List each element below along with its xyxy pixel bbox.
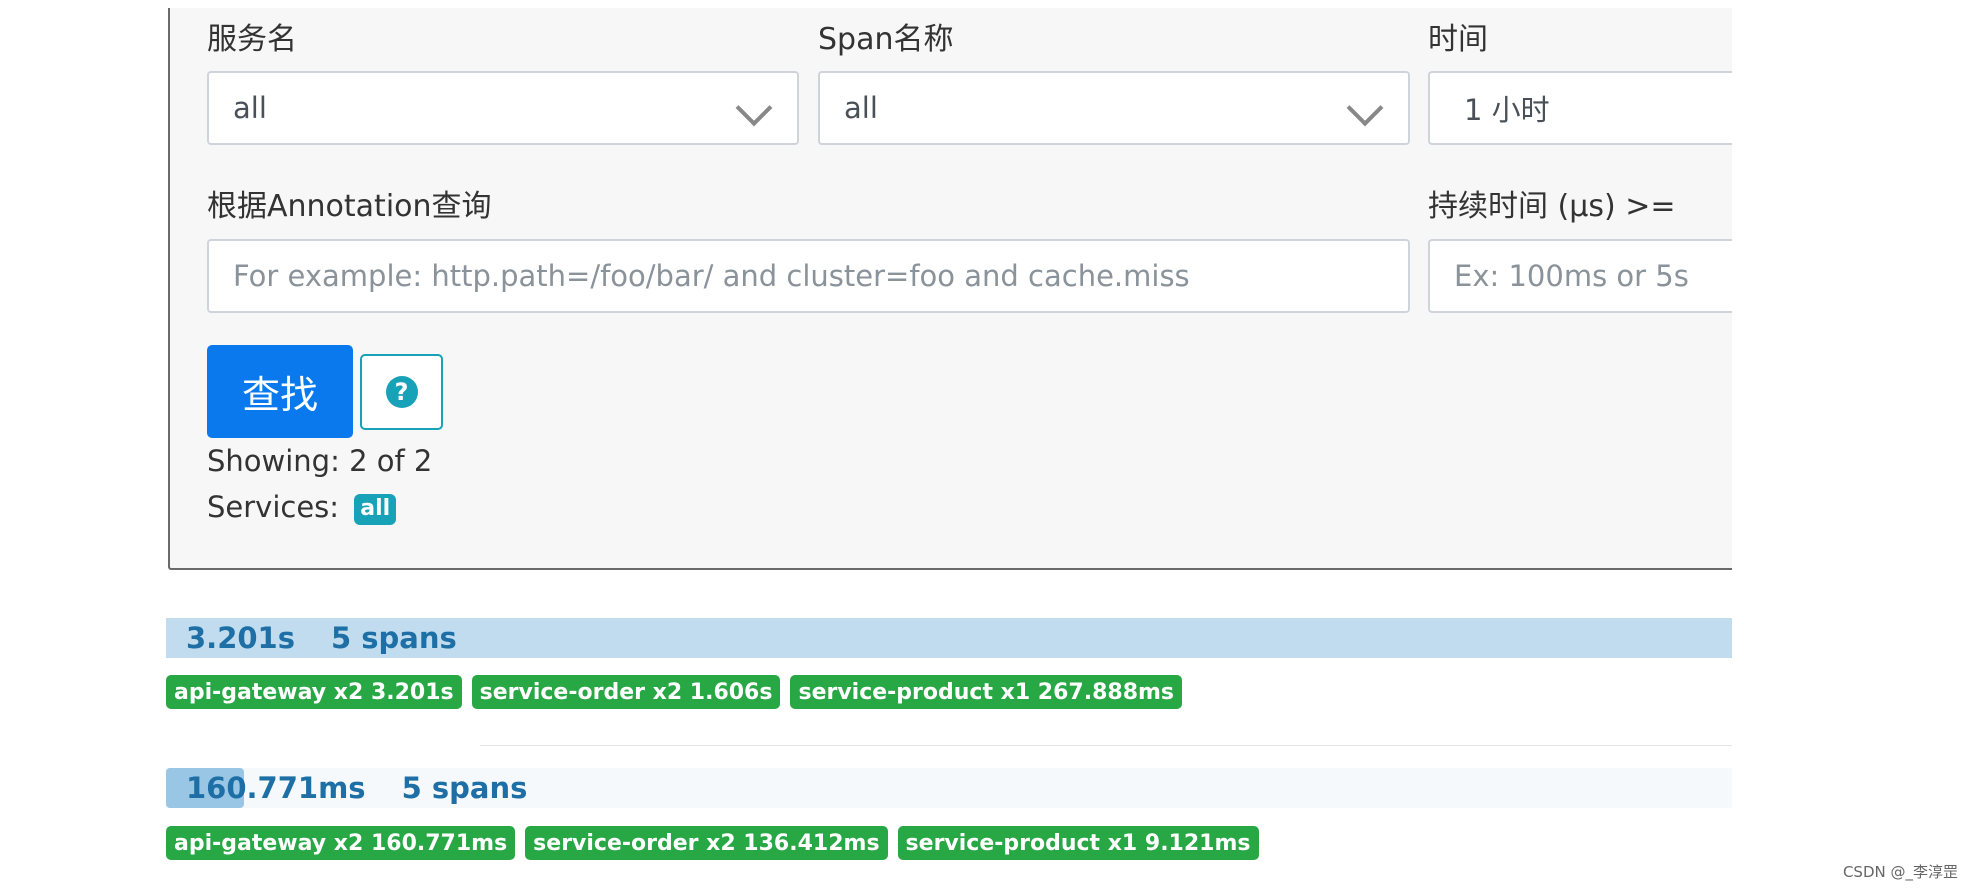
service-tag[interactable]: service-product x1 267.888ms xyxy=(790,675,1183,709)
time-label: 时间 xyxy=(1428,22,1488,57)
services-filter: Services: all xyxy=(207,490,397,525)
span-name-label: Span名称 xyxy=(818,22,954,57)
services-badge[interactable]: all xyxy=(354,493,397,525)
watermark: CSDN @_李淳罡 xyxy=(1842,863,1958,881)
service-tag[interactable]: api-gateway x2 3.201s xyxy=(166,675,462,709)
service-tag[interactable]: api-gateway x2 160.771ms xyxy=(166,826,516,860)
time-range-value: 1 小时 xyxy=(1464,93,1550,127)
service-tag[interactable]: service-order x2 136.412ms xyxy=(525,826,888,860)
time-range-select[interactable]: 1 小时 xyxy=(1428,71,1748,145)
services-label: Services: xyxy=(207,490,340,524)
duration-label: 持续时间 (μs) >= xyxy=(1428,189,1676,224)
trace-span-count: 5 spans xyxy=(401,771,528,805)
help-button[interactable]: ? xyxy=(360,354,443,430)
service-name-select[interactable]: all xyxy=(207,71,799,145)
trace-service-tags: api-gateway x2 160.771ms service-order x… xyxy=(166,826,1259,860)
service-name-value: all xyxy=(233,91,267,125)
service-name-label: 服务名 xyxy=(207,22,297,57)
trace-divider xyxy=(480,745,1732,746)
showing-count: Showing: 2 of 2 xyxy=(207,444,433,478)
question-circle-icon: ? xyxy=(385,376,418,408)
trace-duration: 3.201s xyxy=(186,621,295,655)
chevron-down-icon xyxy=(735,89,773,127)
find-button[interactable]: 查找 xyxy=(207,345,353,438)
right-blank-area xyxy=(1732,0,1972,890)
service-tag[interactable]: service-order x2 1.606s xyxy=(471,675,781,709)
zipkin-search-page: 服务名 Span名称 时间 all all 1 小时 根据Annotation查… xyxy=(0,0,1972,890)
trace-row-duration-bar[interactable]: 3.201s 5 spans xyxy=(166,618,1732,658)
annotation-query-input[interactable]: For example: http.path=/foo/bar/ and clu… xyxy=(207,239,1410,313)
trace-row-duration-bar[interactable]: 160.771ms 5 spans xyxy=(166,768,1732,808)
service-tag[interactable]: service-product x1 9.121ms xyxy=(897,826,1259,860)
annotation-query-placeholder: For example: http.path=/foo/bar/ and clu… xyxy=(233,259,1190,293)
trace-span-count: 5 spans xyxy=(331,621,457,655)
span-name-select[interactable]: all xyxy=(818,71,1410,145)
min-duration-input[interactable]: Ex: 100ms or 5s xyxy=(1428,239,1748,313)
chevron-down-icon xyxy=(1346,89,1384,127)
annotation-query-label: 根据Annotation查询 xyxy=(207,189,492,224)
trace-duration: 160.771ms xyxy=(186,771,366,805)
trace-service-tags: api-gateway x2 3.201s service-order x2 1… xyxy=(166,675,1183,709)
min-duration-placeholder: Ex: 100ms or 5s xyxy=(1454,259,1689,293)
span-name-value: all xyxy=(844,91,878,125)
